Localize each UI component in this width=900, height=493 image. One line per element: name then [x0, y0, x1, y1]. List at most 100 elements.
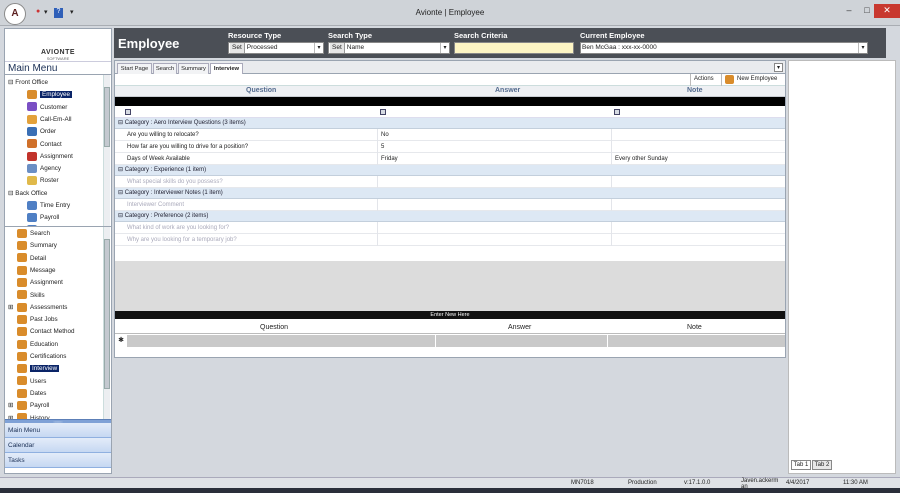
tab-tree-item-past-jobs[interactable]: Past Jobs: [8, 314, 58, 326]
chevron-down-icon[interactable]: ▾: [858, 43, 867, 53]
expander-icon[interactable]: ⊞: [8, 302, 17, 314]
tab-1[interactable]: Tab 1: [791, 460, 811, 470]
tab-tree-item-contact-method[interactable]: Contact Method: [8, 326, 74, 338]
sidebar-item-front-office[interactable]: ⊟ Front Office: [8, 77, 48, 89]
sidebar-item-employee[interactable]: Employee: [27, 89, 73, 101]
tab-tree-item-detail[interactable]: Detail: [8, 253, 46, 265]
answer-cell[interactable]: Friday: [381, 153, 398, 165]
grid-separator-bar: [115, 97, 785, 106]
resource-type-value: Processed: [246, 44, 278, 51]
chevron-down-icon[interactable]: ▾: [314, 43, 323, 53]
question-cell[interactable]: Why are you looking for a temporary job?: [127, 234, 237, 246]
table-row[interactable]: Days of Week Available Friday Every other …: [115, 153, 785, 165]
tab-tree-item-dates[interactable]: Dates: [8, 388, 46, 400]
sidebar-item-time-entry[interactable]: Time Entry: [27, 200, 70, 212]
tab-tree-item-certifications[interactable]: Certifications: [8, 351, 66, 363]
collapse-icon[interactable]: ⊟: [118, 167, 125, 173]
tab-tree-item-education[interactable]: Education: [8, 339, 58, 351]
search-criteria-input[interactable]: [454, 42, 574, 54]
tab-tree-item-payroll[interactable]: ⊞ Payroll: [8, 400, 49, 412]
sidebar-item-back-office[interactable]: ⊟ Back Office: [8, 188, 47, 200]
new-row-headers: Question Answer Note: [115, 323, 785, 334]
chevron-down-icon[interactable]: ▾: [440, 43, 449, 53]
tabs-dropdown-icon[interactable]: ▾: [774, 63, 783, 72]
question-cell[interactable]: What special skills do you possess?: [127, 176, 223, 188]
question-cell[interactable]: What kind of work are you looking for?: [127, 222, 229, 234]
answer-cell[interactable]: 5: [381, 141, 384, 153]
sidebar-item-contact[interactable]: Contact: [27, 139, 62, 151]
tab-interview[interactable]: Interview: [210, 63, 243, 74]
answer-cell[interactable]: No: [381, 129, 389, 141]
table-row[interactable]: Are you willing to relocate? No: [115, 129, 785, 141]
people-icon: [17, 339, 27, 349]
category-header[interactable]: ⊟ Category : Experience (1 item): [115, 165, 785, 176]
nav-calendar-button[interactable]: Calendar: [5, 438, 111, 453]
search-type-select[interactable]: Set Name ▾: [328, 42, 450, 54]
tab-2[interactable]: Tab 2: [812, 460, 832, 470]
collapse-icon[interactable]: ⊟: [118, 190, 125, 196]
tab-tree-item-history[interactable]: ⊞ History: [8, 413, 50, 420]
sidebar-item-agency[interactable]: Agency: [27, 163, 61, 175]
collapse-icon[interactable]: ⊟: [118, 120, 125, 126]
tab-start-page[interactable]: Start Page: [117, 63, 152, 74]
table-row[interactable]: Why are you looking for a temporary job?: [115, 234, 785, 246]
sidebar-item-customer[interactable]: Customer: [27, 102, 67, 114]
column-answer[interactable]: Answer: [495, 87, 520, 94]
resource-type-select[interactable]: Set Processed ▾: [228, 42, 324, 54]
table-row[interactable]: Interviewer Comment: [115, 199, 785, 211]
question-cell[interactable]: Days of Week Available: [127, 153, 190, 165]
search-type-label: Search Type: [328, 31, 373, 40]
new-entry-row[interactable]: ✱: [115, 335, 785, 347]
interview-panel: Start Page Search Summary Interview ▾ Ac…: [114, 60, 786, 358]
column-note[interactable]: Note: [687, 87, 703, 94]
tab-tree-item-message[interactable]: Message: [8, 265, 56, 277]
filter-question-checkbox[interactable]: [125, 109, 131, 115]
people-icon: [17, 253, 27, 263]
table-row[interactable]: What special skills do you possess?: [115, 176, 785, 188]
expander-icon[interactable]: ⊟: [8, 190, 13, 197]
new-employee-button[interactable]: New Employee: [737, 76, 777, 82]
category-header[interactable]: ⊟ Category : Preference (2 items): [115, 211, 785, 222]
sidebar-item-order[interactable]: Order: [27, 126, 56, 138]
category-title: Category : Aero Interview Questions (3 i…: [124, 120, 246, 126]
tab-summary[interactable]: Summary: [178, 63, 209, 74]
resource-type-set-button[interactable]: Set: [230, 43, 245, 53]
question-cell[interactable]: Are you willing to relocate?: [127, 129, 199, 141]
filter-answer-checkbox[interactable]: [380, 109, 386, 115]
sidebar-item-payroll[interactable]: Payroll: [27, 212, 59, 224]
nav-main-menu-button[interactable]: Main Menu: [5, 423, 111, 438]
question-cell[interactable]: How far are you willing to drive for a p…: [127, 141, 248, 153]
tab-tree-item-summary[interactable]: Summary: [8, 240, 57, 252]
category-header[interactable]: ⊟ Category : Interviewer Notes (1 item): [115, 188, 785, 199]
nav-tasks-button[interactable]: Tasks: [5, 453, 111, 468]
tab-tree-item-users[interactable]: Users: [8, 376, 46, 388]
actions-button[interactable]: Actions: [694, 76, 714, 82]
category-header[interactable]: ⊟ Category : Aero Interview Questions (3…: [115, 118, 785, 129]
close-button[interactable]: ✕: [874, 4, 900, 18]
tab-tree-item-search[interactable]: Search: [8, 228, 50, 240]
module-icon: [27, 151, 37, 161]
tree-scrollbar[interactable]: [103, 75, 110, 226]
column-question[interactable]: Question: [246, 87, 276, 94]
question-cell[interactable]: Interviewer Comment: [127, 199, 184, 211]
expander-icon[interactable]: ⊞: [8, 413, 17, 420]
sidebar-item-assignment[interactable]: Assignment: [27, 151, 73, 163]
table-row[interactable]: How far are you willing to drive for a p…: [115, 141, 785, 153]
current-employee-select[interactable]: Ben McGaa : xxx-xx-0000 ▾: [580, 42, 868, 54]
table-row[interactable]: What kind of work are you looking for?: [115, 222, 785, 234]
sidebar-item-roster[interactable]: Roster: [27, 175, 59, 187]
sidebar-item-call-em-all[interactable]: Call-Em-All: [27, 114, 72, 126]
tab-tree-item-assessments[interactable]: ⊞ Assessments: [8, 302, 67, 314]
expander-icon[interactable]: ⊞: [8, 400, 17, 412]
tab-tree-item-interview[interactable]: Interview: [8, 363, 60, 375]
tab-tree-item-assignment[interactable]: Assignment: [8, 277, 63, 289]
note-cell[interactable]: Every other Sunday: [615, 153, 668, 165]
minimize-button[interactable]: –: [840, 4, 858, 18]
tab-tree-item-skills[interactable]: Skills: [8, 290, 45, 302]
search-type-set-button[interactable]: Set: [330, 43, 345, 53]
tab-search[interactable]: Search: [153, 63, 177, 74]
expander-icon[interactable]: ⊟: [8, 79, 13, 86]
collapse-icon[interactable]: ⊟: [118, 213, 125, 219]
filter-note-checkbox[interactable]: [614, 109, 620, 115]
tabs-scrollbar[interactable]: [103, 227, 110, 419]
